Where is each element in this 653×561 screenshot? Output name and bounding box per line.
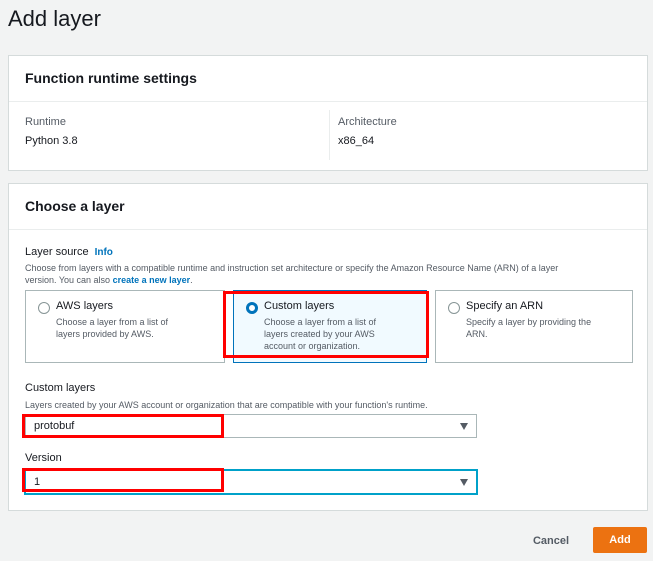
specify-arn-radio[interactable] [448,302,460,314]
option-description: Choose a layer from a list of layers cre… [264,316,416,352]
option-description: Specify a layer by providing the ARN. [466,316,622,340]
layer-source-label-text: Layer source [25,246,89,258]
description-prefix: version. You can also [25,275,113,285]
version-select[interactable]: 1 [25,470,477,494]
option-title: Specify an ARN [466,300,544,312]
option-desc-line: layers created by your AWS [264,329,375,339]
custom-layers-description: Layers created by your AWS account or or… [25,400,428,410]
choose-layer-panel: Choose a layer Layer source Info Choose f… [8,183,648,511]
version-label: Version [25,452,62,464]
aws-layers-radio[interactable] [38,302,50,314]
description-line-2: version. You can also create a new layer… [25,274,635,286]
layer-source-label: Layer source Info [25,246,113,258]
architecture-value: x86_64 [338,135,375,147]
option-desc-line: Choose a layer from a list of [264,317,377,327]
architecture-field: Architecture x86_64 [338,116,397,147]
description-line-1: Choose from layers with a compatible run… [25,263,559,273]
option-custom-layers[interactable]: Custom layers Choose a layer from a list… [233,290,427,363]
column-divider [329,110,330,160]
runtime-value: Python 3.8 [25,135,78,147]
option-desc-line: account or organization. [264,341,361,351]
option-specify-arn[interactable]: Specify an ARN Specify a layer by provid… [435,290,633,363]
option-desc-line: layers provided by AWS. [56,329,154,339]
option-description: Choose a layer from a list of layers pro… [56,316,214,340]
custom-layers-value: protobuf [34,420,75,432]
create-new-layer-link[interactable]: create a new layer [113,275,191,285]
caret-down-icon[interactable] [460,479,468,486]
cancel-button[interactable]: Cancel [520,529,582,553]
option-desc-line: Specify a layer by providing the [466,317,592,327]
option-title: Custom layers [264,300,335,312]
custom-layers-radio[interactable] [246,302,258,314]
runtime-settings-header: Function runtime settings [9,56,647,102]
add-button[interactable]: Add [593,527,647,553]
runtime-field: Runtime Python 3.8 [25,116,78,147]
info-link[interactable]: Info [95,247,113,258]
function-runtime-settings-panel: Function runtime settings Runtime Python… [8,55,648,171]
option-desc-line: Choose a layer from a list of [56,317,169,327]
runtime-label: Runtime [25,116,66,128]
architecture-label: Architecture [338,116,397,128]
custom-layers-label: Custom layers [25,382,96,394]
layer-source-description: Choose from layers with a compatible run… [25,262,635,286]
option-aws-layers[interactable]: AWS layers Choose a layer from a list of… [25,290,225,363]
description-suffix: . [190,275,193,285]
choose-layer-header: Choose a layer [9,184,647,230]
option-desc-line: ARN. [466,329,488,339]
custom-layers-select[interactable]: protobuf [25,414,477,438]
caret-down-icon[interactable] [460,423,468,430]
page-title: Add layer [8,6,101,31]
option-title: AWS layers [56,300,114,312]
version-value: 1 [34,476,41,488]
